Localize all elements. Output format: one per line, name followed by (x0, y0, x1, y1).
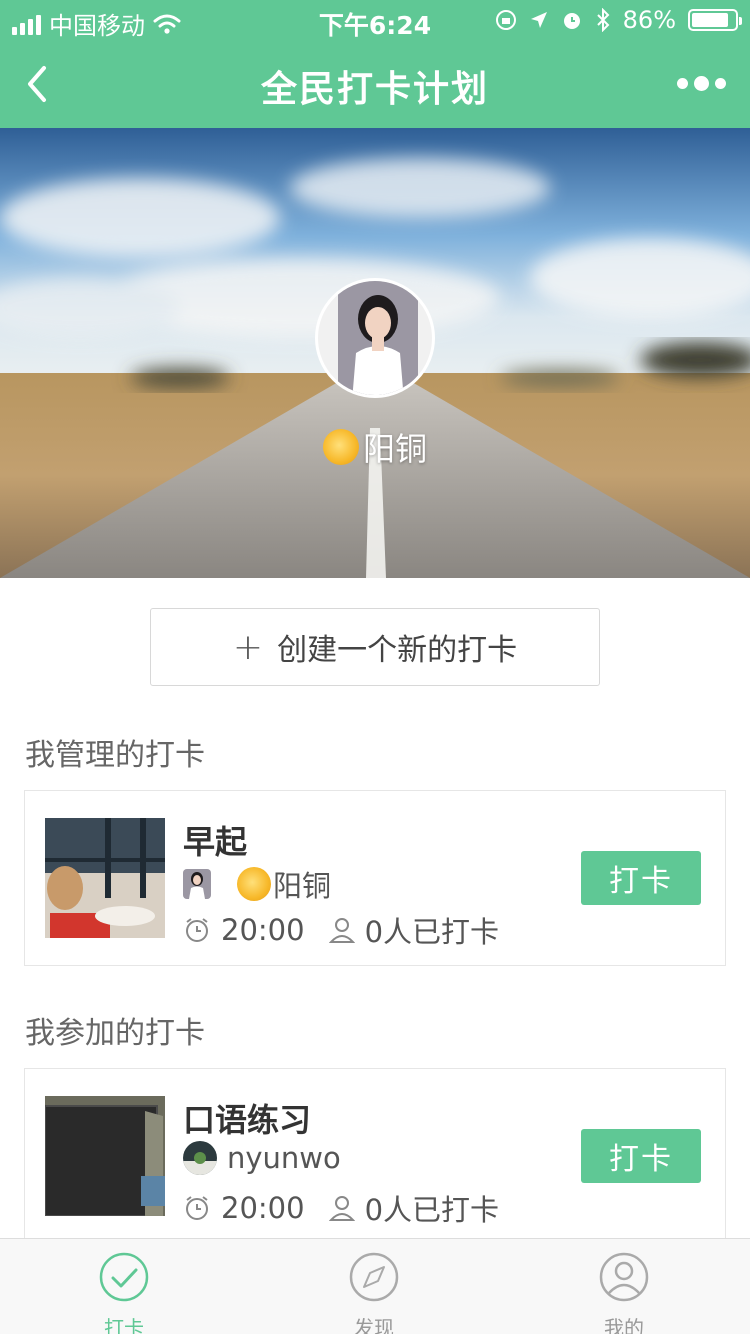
managed-checkin-card[interactable]: 早起 阳铜 20:00 0人已打卡 打卡 (24, 790, 726, 966)
checkin-thumbnail (45, 818, 165, 938)
user-avatar[interactable] (315, 278, 435, 398)
compass-icon (349, 1252, 399, 1302)
battery-percent: 86% (622, 6, 676, 34)
joined-section-title: 我参加的打卡 (25, 1016, 205, 1051)
sun-emoji-icon (237, 867, 271, 901)
tab-bar: 打卡 发现 我的 (0, 1238, 750, 1334)
joined-checkin-card[interactable]: 口语练习 nyunwo 20:00 0人已打卡 打卡 (24, 1068, 726, 1248)
tab-checkin[interactable]: 打卡 (64, 1251, 184, 1334)
tab-discover[interactable]: 发现 (314, 1251, 434, 1334)
managed-section-title: 我管理的打卡 (25, 738, 205, 773)
alarm-clock-icon (186, 918, 208, 942)
hero-user-name: 阳铜 (0, 424, 750, 470)
checkin-count: 0人已打卡 (364, 1193, 500, 1227)
bluetooth-icon (596, 8, 610, 32)
tab-checkin-label: 打卡 (104, 1316, 144, 1334)
checkin-meta: 20:00 0人已打卡 (183, 1187, 523, 1229)
more-options-icon[interactable] (677, 76, 726, 91)
checkin-thumbnail (45, 1096, 165, 1216)
checkin-time: 20:00 (221, 913, 305, 947)
create-checkin-label: 创建一个新的打卡 (277, 633, 518, 668)
checkin-time: 20:00 (221, 1191, 305, 1225)
tab-mine-label: 我的 (604, 1316, 644, 1334)
alarm-clock-icon (186, 1196, 208, 1220)
checkin-name: 口语练习 (183, 1101, 312, 1139)
alarm-icon (563, 13, 580, 29)
top-bar: 中国移动 下午6:24 86% 全民打卡计划 (0, 0, 750, 128)
owner-name: nyunwo (227, 1141, 341, 1175)
user-icon (599, 1252, 649, 1302)
checkin-name: 早起 (183, 823, 248, 861)
owner-name: 阳铜 (273, 869, 332, 903)
checkin-owner: nyunwo (183, 1141, 341, 1175)
check-circle-icon (99, 1252, 149, 1302)
owner-avatar (183, 1141, 217, 1175)
checkin-button[interactable]: 打卡 (581, 1129, 701, 1183)
tab-discover-label: 发现 (354, 1316, 394, 1334)
checkin-count: 0人已打卡 (364, 915, 500, 949)
checkin-button[interactable]: 打卡 (581, 851, 701, 905)
checkin-meta: 20:00 0人已打卡 (183, 909, 523, 951)
status-bar: 中国移动 下午6:24 86% (0, 0, 750, 40)
create-checkin-button[interactable]: + 创建一个新的打卡 (150, 608, 600, 686)
nav-bar: 全民打卡计划 (0, 40, 750, 128)
person-icon (328, 918, 355, 943)
page-title: 全民打卡计划 (260, 69, 489, 110)
person-icon (328, 1196, 355, 1221)
sun-emoji-icon (322, 429, 359, 465)
owner-avatar (183, 869, 211, 899)
location-icon (530, 12, 547, 28)
hero-banner: 阳铜 (0, 128, 750, 578)
hero-user-name-text: 阳铜 (362, 430, 427, 468)
battery-icon (688, 9, 742, 31)
checkin-owner: 阳铜 (183, 863, 331, 905)
orientation-lock-icon (495, 10, 516, 30)
plus-icon: + (232, 626, 264, 668)
tab-mine[interactable]: 我的 (564, 1251, 684, 1334)
